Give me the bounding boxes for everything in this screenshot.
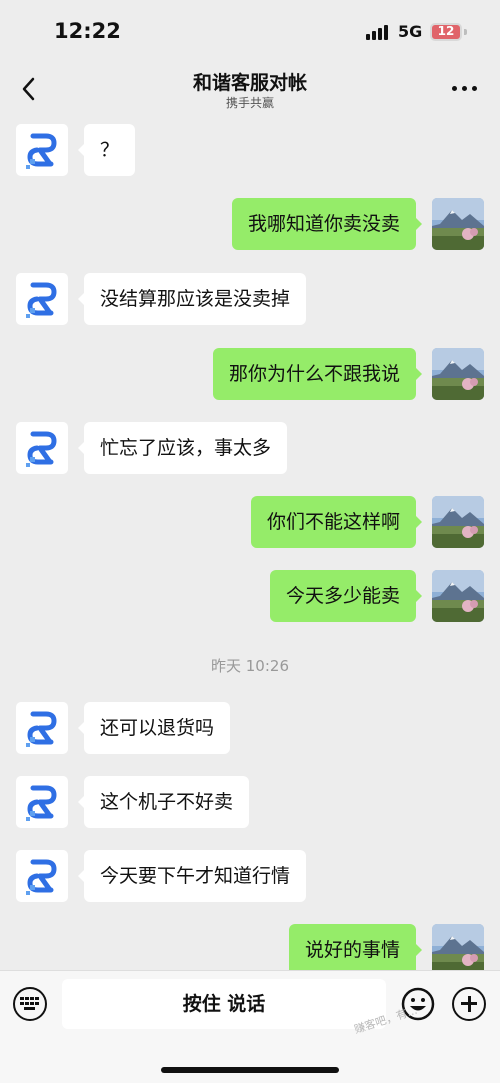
home-indicator (161, 1067, 339, 1073)
user-avatar[interactable] (432, 496, 484, 548)
battery-level: 12 (437, 24, 455, 38)
signal-icon (366, 24, 390, 40)
message-bubble[interactable]: 忙忘了应该，事太多 (77, 422, 288, 474)
message-bubble[interactable]: 今天要下午才知道行情 (77, 850, 307, 902)
service-avatar[interactable] (16, 124, 68, 176)
incoming-message: 今天要下午才知道行情 (0, 850, 500, 910)
message-bubble[interactable]: 没结算那应该是没卖掉 (77, 273, 307, 325)
user-avatar[interactable] (432, 348, 484, 400)
incoming-message: ？ (0, 124, 500, 184)
chat-subtitle: 携手共赢 (225, 96, 274, 110)
service-avatar[interactable] (16, 776, 68, 828)
battery-tip (464, 29, 467, 35)
service-avatar[interactable] (16, 422, 68, 474)
more-dots-icon[interactable] (452, 86, 478, 94)
chat-title: 和谐客服对帐 (192, 72, 307, 94)
status-time: 12:22 (54, 19, 121, 43)
message-bubble[interactable]: 我哪知道你卖没卖 (231, 198, 423, 250)
message-bubble[interactable]: ？ (77, 124, 136, 176)
outgoing-message: 我哪知道你卖没卖 (0, 198, 500, 258)
service-avatar[interactable] (16, 702, 68, 754)
message-bubble[interactable]: 你们不能这样啊 (250, 496, 423, 548)
incoming-message: 忙忘了应该，事太多 (0, 422, 500, 482)
outgoing-message: 今天多少能卖 (0, 570, 500, 630)
incoming-message: 这个机子不好卖 (0, 776, 500, 836)
user-avatar[interactable] (432, 924, 484, 970)
incoming-message: 没结算那应该是没卖掉 (0, 273, 500, 333)
incoming-message: 还可以退货吗 (0, 702, 500, 762)
message-bubble[interactable]: 说好的事情 (288, 924, 423, 970)
hold-to-talk-button[interactable]: 按住 说话 (62, 979, 386, 1029)
outgoing-message: 说好的事情 (0, 924, 500, 970)
message-bubble[interactable]: 这个机子不好卖 (77, 776, 250, 828)
outgoing-message: 那你为什么不跟我说 (0, 348, 500, 408)
user-avatar[interactable] (432, 570, 484, 622)
time-divider: 昨天 10:26 (211, 657, 289, 675)
message-bubble[interactable]: 还可以退货吗 (77, 702, 231, 754)
outgoing-message: 你们不能这样啊 (0, 496, 500, 556)
message-bubble[interactable]: 今天多少能卖 (269, 570, 423, 622)
keyboard-icon[interactable] (13, 987, 47, 1021)
nav-bar: 和谐客服对帐 携手共赢 (0, 60, 500, 120)
message-list[interactable]: 昨天 10:26 ？ 我哪知道你卖没卖没结算那应该是没卖掉那你为什么不跟我说忙忘了… (0, 120, 500, 970)
message-bubble[interactable]: 那你为什么不跟我说 (212, 348, 423, 400)
user-avatar[interactable] (432, 198, 484, 250)
service-avatar[interactable] (16, 273, 68, 325)
network-type: 5G (398, 22, 423, 41)
status-bar: 12:22 5G 12 (0, 0, 500, 60)
battery-icon: 12 (430, 23, 462, 41)
input-bar: 按住 说话 (0, 970, 500, 1083)
plus-icon[interactable] (452, 987, 486, 1021)
service-avatar[interactable] (16, 850, 68, 902)
